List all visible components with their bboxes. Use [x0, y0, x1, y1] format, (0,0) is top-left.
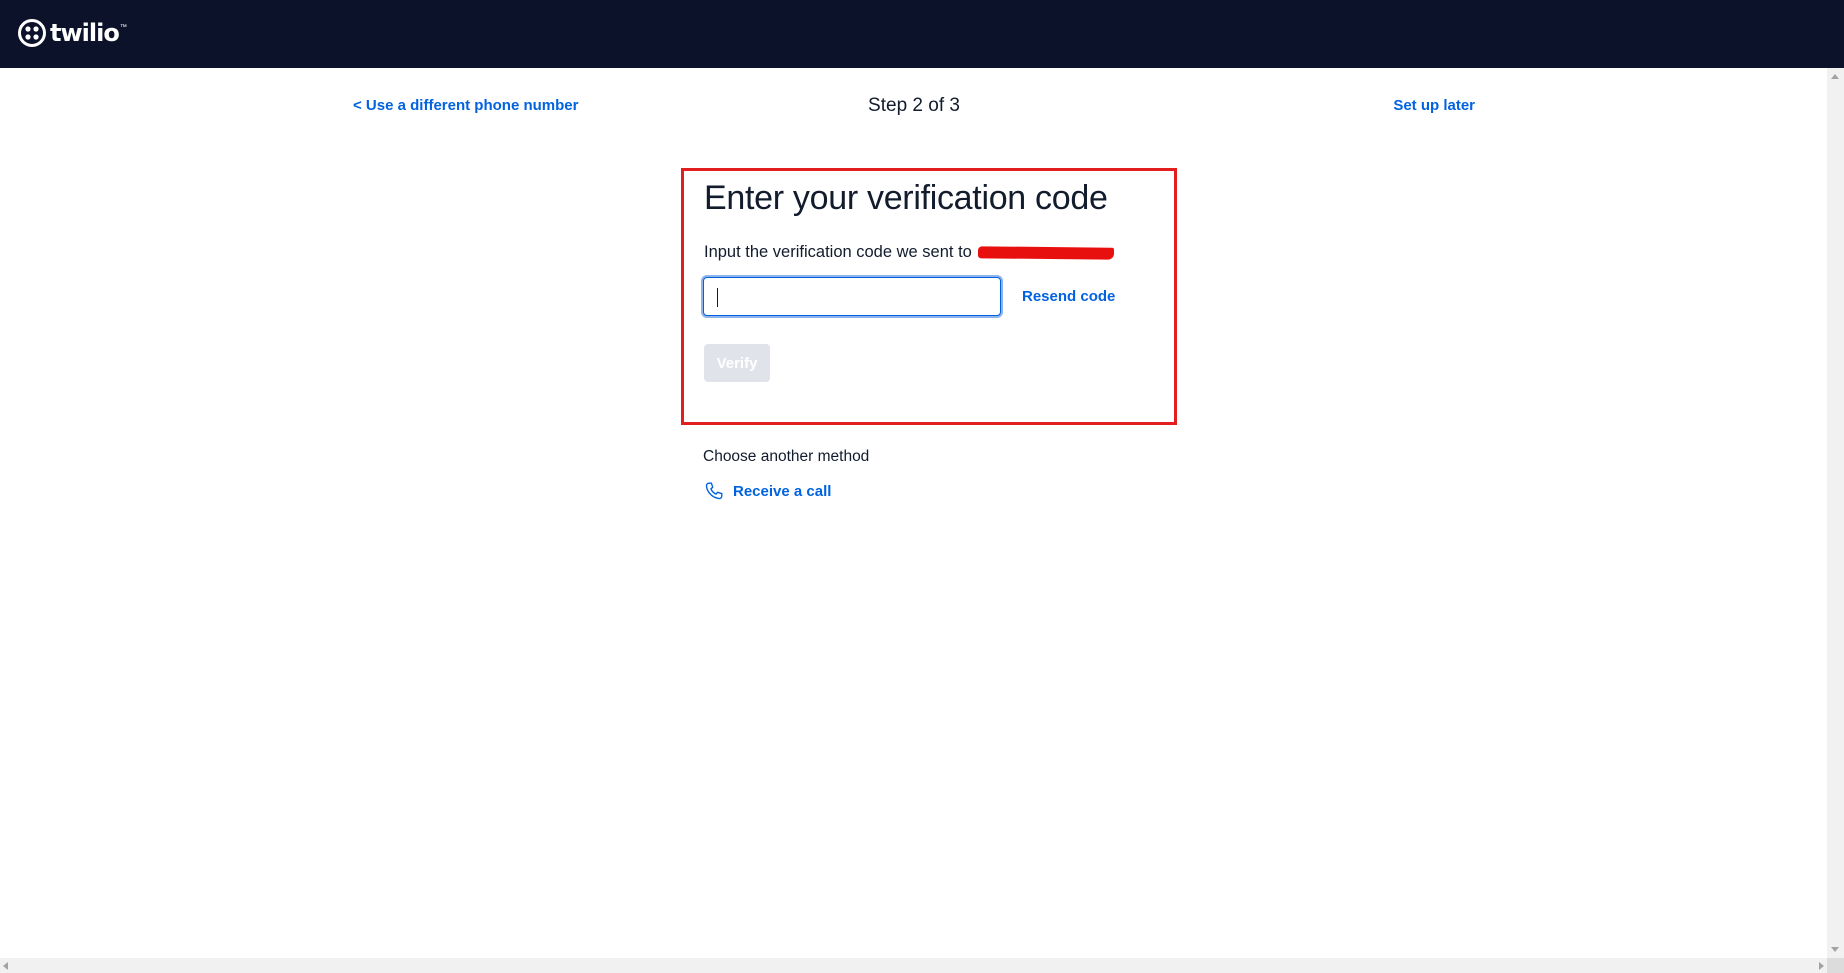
horizontal-scrollbar[interactable]: [0, 958, 1827, 973]
vertical-scrollbar[interactable]: [1827, 68, 1844, 958]
verification-code-input[interactable]: [703, 277, 1001, 316]
verification-description-text: Input the verification code we sent to: [704, 243, 972, 261]
step-indicator: Step 2 of 3: [868, 95, 960, 116]
twilio-logo[interactable]: twilio ™: [17, 17, 127, 48]
redacted-phone-number: [977, 245, 1114, 260]
logo-wordmark: twilio: [50, 18, 120, 47]
set-up-later-link[interactable]: Set up later: [1393, 97, 1475, 114]
phone-icon: [705, 482, 723, 500]
verification-card: Enter your verification code Input the v…: [681, 168, 1177, 425]
page-title: Enter your verification code: [704, 179, 1108, 217]
receive-call-option[interactable]: Receive a call: [703, 480, 831, 502]
twilio-logo-icon: [18, 18, 46, 47]
scroll-right-arrow-icon[interactable]: [1819, 962, 1824, 970]
resend-code-link[interactable]: Resend code: [1022, 288, 1115, 305]
scroll-left-arrow-icon[interactable]: [3, 962, 8, 970]
receive-call-link[interactable]: Receive a call: [733, 483, 831, 500]
verify-button[interactable]: Verify: [704, 344, 770, 382]
step-navigation: < Use a different phone number Step 2 of…: [353, 93, 1475, 121]
top-navigation-bar: twilio ™: [0, 0, 1844, 68]
scrollbar-corner: [1827, 958, 1844, 973]
text-cursor: [717, 288, 718, 307]
verification-description: Input the verification code we sent to: [704, 243, 1114, 262]
scroll-down-arrow-icon[interactable]: [1831, 947, 1839, 952]
logo-trademark: ™: [119, 24, 127, 31]
scroll-up-arrow-icon[interactable]: [1831, 74, 1839, 79]
alternate-method-heading: Choose another method: [703, 448, 870, 465]
